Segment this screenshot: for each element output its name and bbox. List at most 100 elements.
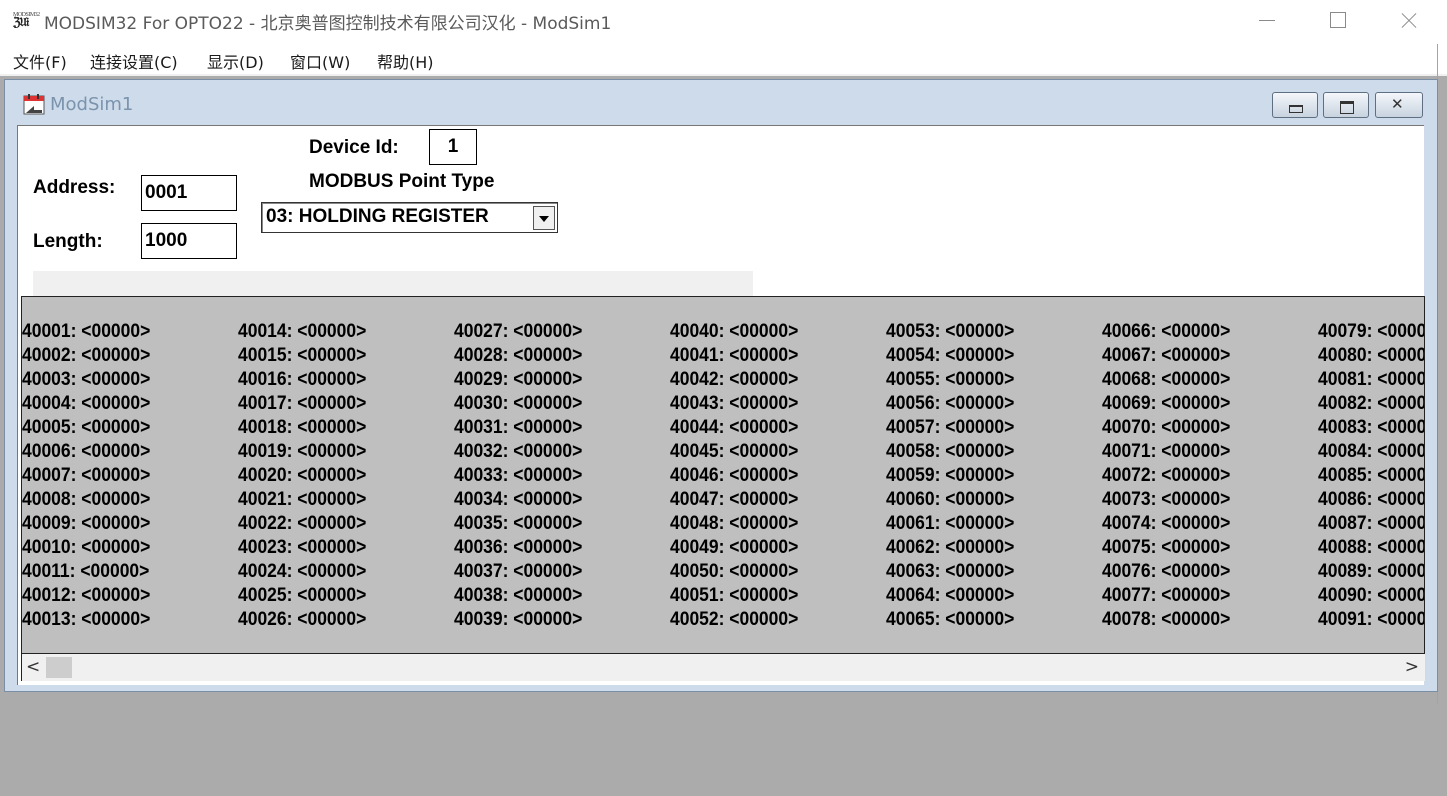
register-cell[interactable]: 40046: <00000>	[670, 464, 798, 488]
register-cell[interactable]: 40085: <00000>	[1318, 464, 1424, 488]
register-cell[interactable]: 40088: <00000>	[1318, 536, 1424, 560]
register-cell[interactable]: 40056: <00000>	[886, 392, 1014, 416]
register-cell[interactable]: 40053: <00000>	[886, 320, 1014, 344]
menu-display[interactable]: 显示(D)	[207, 49, 264, 73]
register-cell[interactable]: 40051: <00000>	[670, 584, 798, 608]
register-cell[interactable]: 40035: <00000>	[454, 512, 582, 536]
minimize-icon[interactable]	[1232, 0, 1300, 42]
register-cell[interactable]: 40057: <00000>	[886, 416, 1014, 440]
close-icon[interactable]	[1372, 0, 1440, 42]
register-cell[interactable]: 40033: <00000>	[454, 464, 582, 488]
register-cell[interactable]: 40066: <00000>	[1102, 320, 1230, 344]
register-cell[interactable]: 40082: <00000>	[1318, 392, 1424, 416]
horizontal-scrollbar[interactable]: < >	[21, 654, 1425, 681]
register-cell[interactable]: 40003: <00000>	[22, 368, 150, 392]
register-cell[interactable]: 40061: <00000>	[886, 512, 1014, 536]
register-cell[interactable]: 40069: <00000>	[1102, 392, 1230, 416]
register-cell[interactable]: 40025: <00000>	[238, 584, 366, 608]
register-cell[interactable]: 40039: <00000>	[454, 608, 582, 632]
register-cell[interactable]: 40086: <00000>	[1318, 488, 1424, 512]
register-cell[interactable]: 40080: <00000>	[1318, 344, 1424, 368]
register-cell[interactable]: 40049: <00000>	[670, 536, 798, 560]
register-cell[interactable]: 40067: <00000>	[1102, 344, 1230, 368]
register-cell[interactable]: 40013: <00000>	[22, 608, 150, 632]
register-cell[interactable]: 40072: <00000>	[1102, 464, 1230, 488]
address-input[interactable]	[141, 175, 237, 211]
register-cell[interactable]: 40090: <00000>	[1318, 584, 1424, 608]
child-close-icon[interactable]	[1375, 92, 1423, 118]
register-cell[interactable]: 40014: <00000>	[238, 320, 366, 344]
register-cell[interactable]: 40068: <00000>	[1102, 368, 1230, 392]
register-cell[interactable]: 40002: <00000>	[22, 344, 150, 368]
child-minimize-icon[interactable]	[1272, 92, 1318, 118]
register-cell[interactable]: 40005: <00000>	[22, 416, 150, 440]
register-cell[interactable]: 40079: <00000>	[1318, 320, 1424, 344]
register-cell[interactable]: 40018: <00000>	[238, 416, 366, 440]
register-cell[interactable]: 40031: <00000>	[454, 416, 582, 440]
register-cell[interactable]: 40008: <00000>	[22, 488, 150, 512]
register-cell[interactable]: 40023: <00000>	[238, 536, 366, 560]
register-cell[interactable]: 40011: <00000>	[22, 560, 150, 584]
register-cell[interactable]: 40055: <00000>	[886, 368, 1014, 392]
register-cell[interactable]: 40078: <00000>	[1102, 608, 1230, 632]
register-cell[interactable]: 40059: <00000>	[886, 464, 1014, 488]
register-cell[interactable]: 40010: <00000>	[22, 536, 150, 560]
register-cell[interactable]: 40009: <00000>	[22, 512, 150, 536]
register-cell[interactable]: 40019: <00000>	[238, 440, 366, 464]
register-cell[interactable]: 40041: <00000>	[670, 344, 798, 368]
menu-connection-settings[interactable]: 连接设置(C)	[90, 49, 178, 73]
register-cell[interactable]: 40040: <00000>	[670, 320, 798, 344]
scroll-left-arrow-icon[interactable]: <	[26, 656, 44, 678]
register-cell[interactable]: 40017: <00000>	[238, 392, 366, 416]
register-cell[interactable]: 40022: <00000>	[238, 512, 366, 536]
register-cell[interactable]: 40020: <00000>	[238, 464, 366, 488]
register-cell[interactable]: 40024: <00000>	[238, 560, 366, 584]
register-cell[interactable]: 40060: <00000>	[886, 488, 1014, 512]
register-cell[interactable]: 40081: <00000>	[1318, 368, 1424, 392]
register-cell[interactable]: 40001: <00000>	[22, 320, 150, 344]
register-cell[interactable]: 40058: <00000>	[886, 440, 1014, 464]
register-cell[interactable]: 40064: <00000>	[886, 584, 1014, 608]
register-cell[interactable]: 40036: <00000>	[454, 536, 582, 560]
register-cell[interactable]: 40084: <00000>	[1318, 440, 1424, 464]
register-cell[interactable]: 40006: <00000>	[22, 440, 150, 464]
register-cell[interactable]: 40048: <00000>	[670, 512, 798, 536]
register-cell[interactable]: 40073: <00000>	[1102, 488, 1230, 512]
register-cell[interactable]: 40091: <00000>	[1318, 608, 1424, 632]
child-restore-icon[interactable]	[1323, 92, 1369, 118]
register-cell[interactable]: 40062: <00000>	[886, 536, 1014, 560]
register-cell[interactable]: 40052: <00000>	[670, 608, 798, 632]
register-cell[interactable]: 40074: <00000>	[1102, 512, 1230, 536]
register-cell[interactable]: 40063: <00000>	[886, 560, 1014, 584]
register-cell[interactable]: 40089: <00000>	[1318, 560, 1424, 584]
register-cell[interactable]: 40050: <00000>	[670, 560, 798, 584]
register-cell[interactable]: 40028: <00000>	[454, 344, 582, 368]
register-cell[interactable]: 40037: <00000>	[454, 560, 582, 584]
point-type-select[interactable]: 03: HOLDING REGISTER	[261, 202, 558, 233]
register-cell[interactable]: 40054: <00000>	[886, 344, 1014, 368]
scroll-thumb[interactable]	[46, 657, 72, 678]
register-cell[interactable]: 40012: <00000>	[22, 584, 150, 608]
register-cell[interactable]: 40071: <00000>	[1102, 440, 1230, 464]
menu-file[interactable]: 文件(F)	[13, 49, 67, 73]
device-id-input[interactable]	[429, 129, 477, 165]
register-cell[interactable]: 40083: <00000>	[1318, 416, 1424, 440]
register-cell[interactable]: 40077: <00000>	[1102, 584, 1230, 608]
register-cell[interactable]: 40032: <00000>	[454, 440, 582, 464]
register-cell[interactable]: 40043: <00000>	[670, 392, 798, 416]
register-cell[interactable]: 40045: <00000>	[670, 440, 798, 464]
register-cell[interactable]: 40015: <00000>	[238, 344, 366, 368]
register-cell[interactable]: 40065: <00000>	[886, 608, 1014, 632]
length-input[interactable]	[141, 223, 237, 259]
register-cell[interactable]: 40004: <00000>	[22, 392, 150, 416]
register-cell[interactable]: 40029: <00000>	[454, 368, 582, 392]
register-cell[interactable]: 40075: <00000>	[1102, 536, 1230, 560]
register-cell[interactable]: 40044: <00000>	[670, 416, 798, 440]
register-cell[interactable]: 40042: <00000>	[670, 368, 798, 392]
register-grid[interactable]: 40001: <00000> 40002: <00000> 40003: <0000…	[21, 296, 1425, 654]
register-cell[interactable]: 40027: <00000>	[454, 320, 582, 344]
register-cell[interactable]: 40070: <00000>	[1102, 416, 1230, 440]
register-cell[interactable]: 40030: <00000>	[454, 392, 582, 416]
register-cell[interactable]: 40087: <00000>	[1318, 512, 1424, 536]
register-cell[interactable]: 40038: <00000>	[454, 584, 582, 608]
